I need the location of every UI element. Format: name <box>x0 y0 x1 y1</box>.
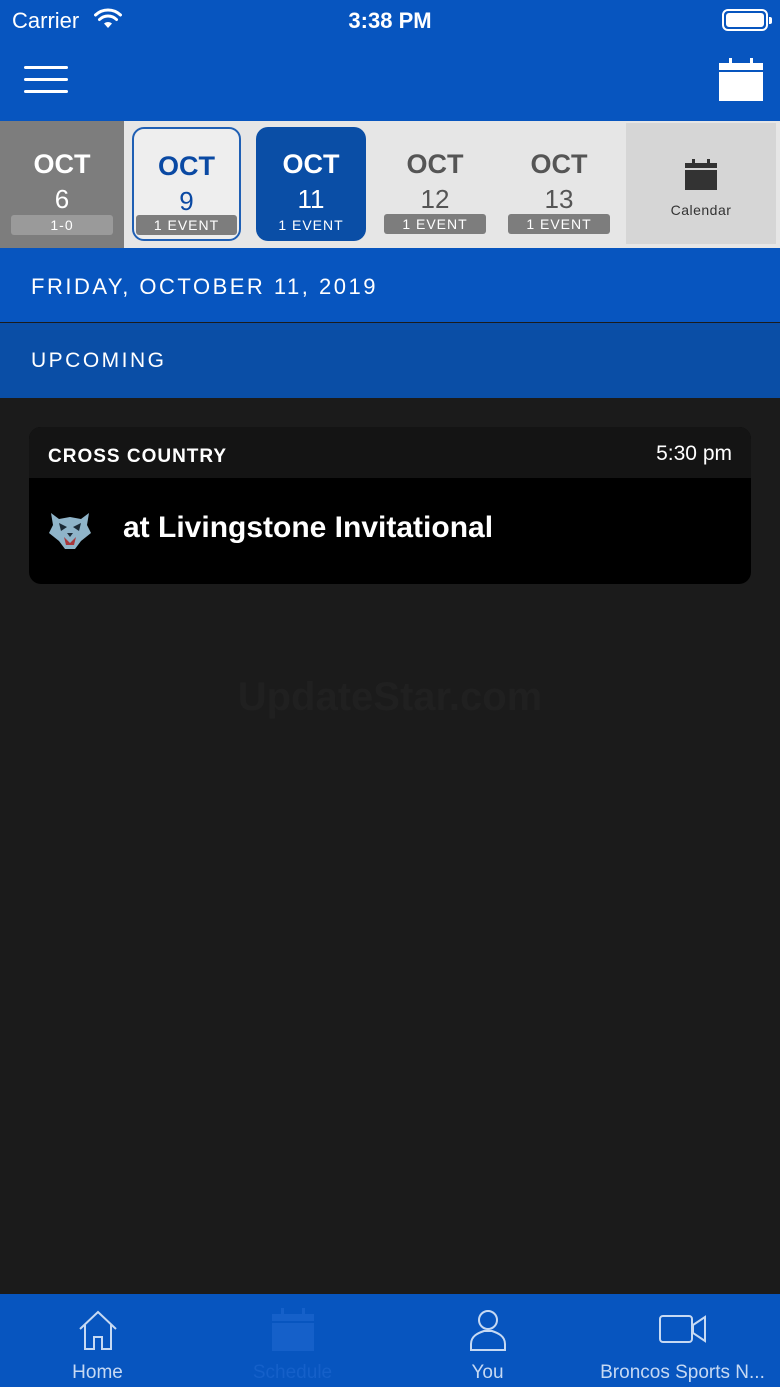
tab-home[interactable]: Home <box>0 1294 195 1387</box>
tab-schedule[interactable]: Schedule <box>195 1294 390 1387</box>
person-icon <box>469 1310 506 1351</box>
team-logo-icon <box>49 513 91 549</box>
date-oct-13[interactable]: OCT 13 1 EVENT <box>504 127 614 241</box>
nav-bar <box>0 40 780 121</box>
date-oct-12[interactable]: OCT 12 1 EVENT <box>380 127 490 241</box>
section-header: UPCOMING <box>0 323 780 398</box>
date-badge: 1 EVENT <box>384 214 486 234</box>
date-oct-6[interactable]: OCT 6 1-0 <box>0 121 124 248</box>
date-month: OCT <box>282 149 340 179</box>
tab-bar: Home Schedule You Broncos Sports N... <box>0 1294 780 1387</box>
date-month: OCT <box>530 149 588 179</box>
date-oct-11-selected[interactable]: OCT 11 1 EVENT <box>256 127 366 241</box>
date-month: OCT <box>33 149 91 179</box>
date-badge: 1 EVENT <box>136 215 237 235</box>
date-day: 9 <box>179 186 194 216</box>
date-badge: 1 EVENT <box>508 214 610 234</box>
clock: 3:38 PM <box>348 8 432 33</box>
date-strip: OCT 6 1-0 OCT 9 1 EVENT OCT 11 1 EVENT O… <box>0 121 780 248</box>
tab-label: Broncos Sports N... <box>600 1362 765 1383</box>
event-sport: CROSS COUNTRY <box>48 446 228 467</box>
battery-icon <box>722 9 772 31</box>
date-header-text: FRIDAY, OCTOBER 11, 2019 <box>31 274 378 299</box>
event-header: CROSS COUNTRY 5:30 pm <box>29 427 751 478</box>
video-icon <box>658 1315 706 1343</box>
tab-broncos-sports[interactable]: Broncos Sports N... <box>585 1294 780 1387</box>
calendar-icon[interactable] <box>718 58 764 102</box>
date-oct-9[interactable]: OCT 9 1 EVENT <box>132 127 241 241</box>
date-header: FRIDAY, OCTOBER 11, 2019 <box>0 248 780 322</box>
section-header-text: UPCOMING <box>31 349 167 372</box>
home-icon <box>78 1310 117 1350</box>
tab-label: Schedule <box>252 1362 333 1383</box>
date-badge: 1 EVENT <box>278 217 344 233</box>
calendar-icon <box>271 1308 314 1351</box>
event-title: at Livingstone Invitational <box>123 511 494 544</box>
calendar-icon <box>685 159 717 190</box>
status-bar: Carrier 3:38 PM <box>0 0 780 40</box>
date-day: 13 <box>544 184 574 214</box>
tab-you[interactable]: You <box>390 1294 585 1387</box>
calendar-button[interactable]: Calendar <box>626 123 776 244</box>
event-card[interactable]: CROSS COUNTRY 5:30 pm at Livingstone Inv… <box>29 427 751 584</box>
date-month: OCT <box>158 151 215 181</box>
date-badge: 1-0 <box>11 215 113 235</box>
event-time: 5:30 pm <box>656 442 732 465</box>
calendar-label: Calendar <box>670 202 732 218</box>
tab-label: You <box>471 1362 504 1383</box>
tab-label: Home <box>72 1362 123 1383</box>
watermark: UpdateStar.com <box>237 675 543 719</box>
date-day: 6 <box>54 184 70 214</box>
menu-icon[interactable] <box>24 66 70 96</box>
date-day: 11 <box>297 184 325 214</box>
date-day: 12 <box>420 184 450 214</box>
date-month: OCT <box>406 149 464 179</box>
